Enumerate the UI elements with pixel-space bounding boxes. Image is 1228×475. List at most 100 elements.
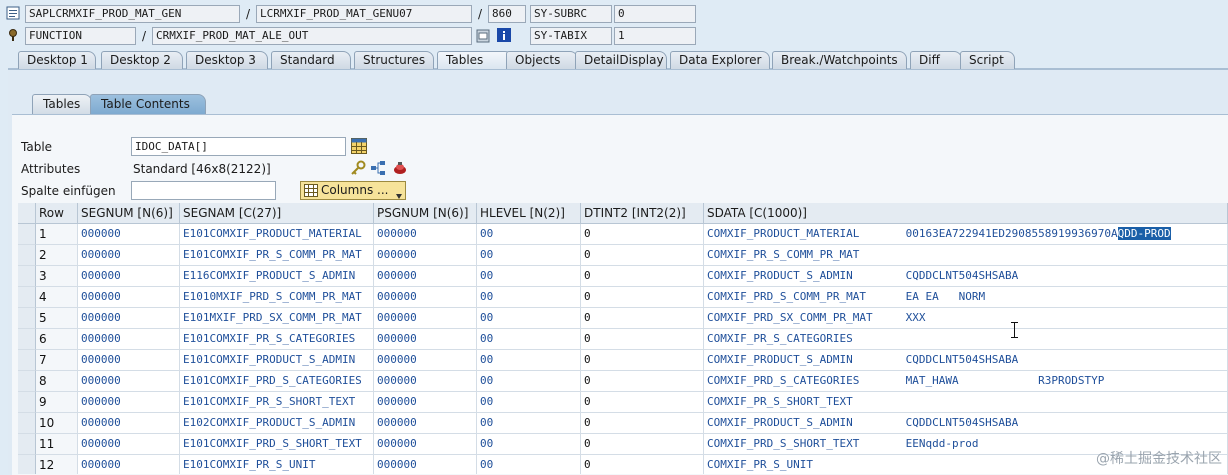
tab-detaildisplay[interactable]: DetailDisplay — [575, 51, 667, 69]
cell-segnam[interactable]: E1010MXIF_PRD_S_COMM_PR_MAT — [180, 287, 374, 308]
cell-segnam[interactable]: E101MXIF_PRD_SX_COMM_PR_MAT — [180, 308, 374, 329]
cell-psgnum[interactable]: 000000 — [374, 308, 477, 329]
tab-break-watchpoints[interactable]: Break./Watchpoints — [772, 51, 907, 69]
cell-segnum[interactable]: 000000 — [78, 434, 180, 455]
cell-sdata[interactable]: COMXIF_PRODUCT_MATERIAL 00163EA722941ED2… — [704, 224, 1228, 245]
row-selector[interactable] — [18, 434, 36, 455]
subtab-tables[interactable]: Tables — [32, 94, 92, 114]
cell-dtint2[interactable]: 0 — [581, 245, 704, 266]
cell-psgnum[interactable]: 000000 — [374, 245, 477, 266]
cell-sdata[interactable]: COMXIF_PRD_SX_COMM_PR_MAT XXX — [704, 308, 1228, 329]
cell-sdata[interactable]: COMXIF_PR_S_CATEGORIES — [704, 329, 1228, 350]
row-selector[interactable] — [18, 245, 36, 266]
header-col-hlevel[interactable]: HLEVEL [N(2)] — [477, 203, 581, 224]
cell-dtint2[interactable]: 0 — [581, 350, 704, 371]
cell-hlevel[interactable]: 00 — [477, 371, 581, 392]
cell-psgnum[interactable]: 000000 — [374, 266, 477, 287]
row-selector[interactable] — [18, 224, 36, 245]
cell-segnum[interactable]: 000000 — [78, 266, 180, 287]
cell-dtint2[interactable]: 0 — [581, 287, 704, 308]
row-selector[interactable] — [18, 392, 36, 413]
row-selector[interactable] — [18, 329, 36, 350]
cell-hlevel[interactable]: 00 — [477, 434, 581, 455]
cell-segnam[interactable]: E101COMXIF_PRD_S_CATEGORIES — [180, 371, 374, 392]
cell-row[interactable]: 3 — [36, 266, 78, 287]
tab-diff[interactable]: Diff — [910, 51, 962, 69]
cell-row[interactable]: 9 — [36, 392, 78, 413]
hierarchy-icon[interactable] — [370, 160, 386, 176]
cell-segnum[interactable]: 000000 — [78, 308, 180, 329]
sysvar-value-2[interactable]: 1 — [614, 27, 696, 45]
cell-row[interactable]: 6 — [36, 329, 78, 350]
table-row[interactable]: 7 000000 E101COMXIF_PRODUCT_S_ADMIN 000000 0… — [18, 350, 1228, 371]
table-row[interactable]: 12 000000 E101COMXIF_PR_S_UNIT 000000 00 0 COM… — [18, 455, 1228, 474]
table-row[interactable]: 11 000000 E101COMXIF_PRD_S_SHORT_TEXT 00000… — [18, 434, 1228, 455]
cell-psgnum[interactable]: 000000 — [374, 287, 477, 308]
cell-sdata[interactable]: COMXIF_PRD_S_COMM_PR_MAT EA EA NORM — [704, 287, 1228, 308]
table-input[interactable]: IDOC_DATA[] — [131, 137, 346, 156]
cell-row[interactable]: 1 — [36, 224, 78, 245]
cell-sdata[interactable]: COMXIF_PR_S_SHORT_TEXT — [704, 392, 1228, 413]
cell-segnam[interactable]: E101COMXIF_PRODUCT_S_ADMIN — [180, 350, 374, 371]
cell-segnam[interactable]: E101COMXIF_PR_S_CATEGORIES — [180, 329, 374, 350]
cell-row[interactable]: 2 — [36, 245, 78, 266]
cell-row[interactable]: 4 — [36, 287, 78, 308]
cell-segnum[interactable]: 000000 — [78, 392, 180, 413]
cell-segnum[interactable]: 000000 — [78, 329, 180, 350]
cell-sdata[interactable]: COMXIF_PRD_S_CATEGORIES MAT_HAWA R3PRODS… — [704, 371, 1228, 392]
cell-hlevel[interactable]: 00 — [477, 329, 581, 350]
delete-icon[interactable] — [392, 160, 408, 176]
cell-dtint2[interactable]: 0 — [581, 329, 704, 350]
cell-row[interactable]: 5 — [36, 308, 78, 329]
cell-hlevel[interactable]: 00 — [477, 392, 581, 413]
cell-psgnum[interactable]: 000000 — [374, 350, 477, 371]
cell-sdata[interactable]: COMXIF_PRODUCT_S_ADMIN CQDDCLNT504SHSABA — [704, 266, 1228, 287]
row-selector[interactable] — [18, 371, 36, 392]
cell-segnam[interactable]: E116COMXIF_PRODUCT_S_ADMIN — [180, 266, 374, 287]
cell-dtint2[interactable]: 0 — [581, 224, 704, 245]
columns-button[interactable]: Columns ... — [300, 181, 406, 200]
tab-data-explorer[interactable]: Data Explorer — [670, 51, 770, 69]
select-all-header[interactable] — [18, 203, 36, 224]
row-selector[interactable] — [18, 350, 36, 371]
tab-desktop-2[interactable]: Desktop 2 — [101, 51, 183, 69]
cell-segnam[interactable]: E101COMXIF_PR_S_SHORT_TEXT — [180, 392, 374, 413]
cell-dtint2[interactable]: 0 — [581, 371, 704, 392]
table-row[interactable]: 9 000000 E101COMXIF_PR_S_SHORT_TEXT 000000 0… — [18, 392, 1228, 413]
cell-psgnum[interactable]: 000000 — [374, 392, 477, 413]
cell-segnum[interactable]: 000000 — [78, 224, 180, 245]
line-field[interactable]: 860 — [488, 5, 526, 23]
cell-segnum[interactable]: 000000 — [78, 245, 180, 266]
header-col-sdata[interactable]: SDATA [C(1000)] — [704, 203, 1228, 224]
cell-segnum[interactable]: 000000 — [78, 371, 180, 392]
cell-segnum[interactable]: 000000 — [78, 455, 180, 474]
cell-hlevel[interactable]: 00 — [477, 455, 581, 474]
table-view-icon[interactable] — [351, 138, 367, 154]
header-col-psgnum[interactable]: PSGNUM [N(6)] — [374, 203, 477, 224]
cell-hlevel[interactable]: 00 — [477, 245, 581, 266]
header-col-segnam[interactable]: SEGNAM [C(27)] — [180, 203, 374, 224]
table-row[interactable]: 3 000000 E116COMXIF_PRODUCT_S_ADMIN 000000 0… — [18, 266, 1228, 287]
key-icon[interactable] — [350, 160, 366, 176]
cell-dtint2[interactable]: 0 — [581, 455, 704, 474]
program-field[interactable]: SAPLCRMXIF_PROD_MAT_GEN — [25, 5, 240, 23]
tab-structures[interactable]: Structures — [354, 51, 434, 69]
sysvar-name-1[interactable]: SY-SUBRC — [530, 5, 612, 23]
include-field[interactable]: LCRMXIF_PROD_MAT_GENU07 — [256, 5, 472, 23]
sysvar-name-2[interactable]: SY-TABIX — [530, 27, 612, 45]
table-row[interactable]: 4 000000 E1010MXIF_PRD_S_COMM_PR_MAT 000000… — [18, 287, 1228, 308]
cell-row[interactable]: 10 — [36, 413, 78, 434]
subtab-table-contents[interactable]: Table Contents — [90, 94, 206, 114]
table-row[interactable]: 8 000000 E101COMXIF_PRD_S_CATEGORIES 000000… — [18, 371, 1228, 392]
table-row[interactable]: 1 000000 E101COMXIF_PRODUCT_MATERIAL 000000… — [18, 224, 1228, 245]
info-icon[interactable] — [497, 28, 511, 42]
cell-segnam[interactable]: E101COMXIF_PRD_S_SHORT_TEXT — [180, 434, 374, 455]
cell-hlevel[interactable]: 00 — [477, 413, 581, 434]
cell-row[interactable]: 7 — [36, 350, 78, 371]
cell-dtint2[interactable]: 0 — [581, 308, 704, 329]
cell-psgnum[interactable]: 000000 — [374, 329, 477, 350]
row-selector[interactable] — [18, 308, 36, 329]
table-row[interactable]: 6 000000 E101COMXIF_PR_S_CATEGORIES 000000 0… — [18, 329, 1228, 350]
cell-sdata[interactable]: COMXIF_PR_S_COMM_PR_MAT — [704, 245, 1228, 266]
table-row[interactable]: 2 000000 E101COMXIF_PR_S_COMM_PR_MAT 000000… — [18, 245, 1228, 266]
